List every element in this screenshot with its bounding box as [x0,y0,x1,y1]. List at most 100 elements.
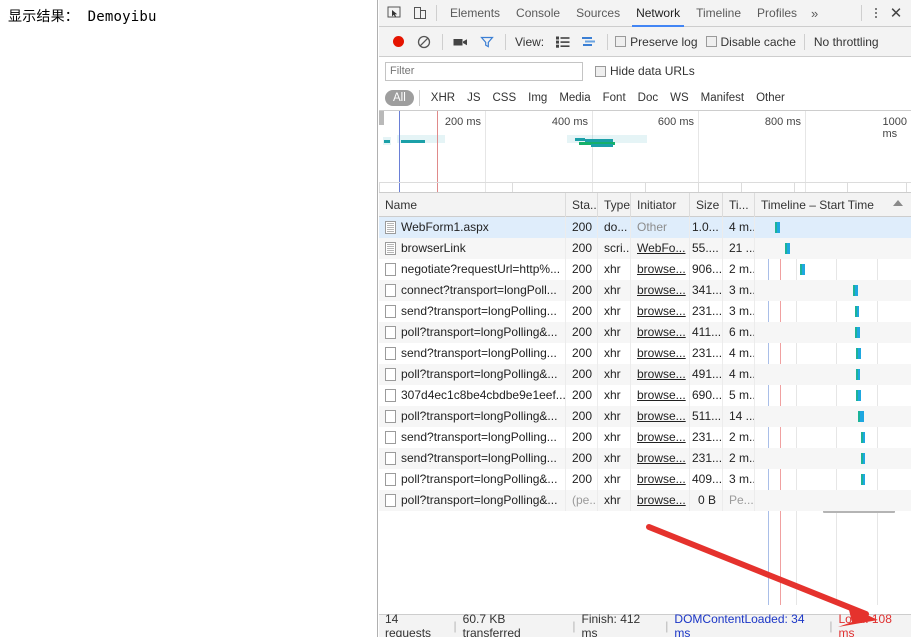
type-filter-css[interactable]: CSS [486,91,522,105]
cell-name[interactable]: poll?transport=longPolling&... [379,406,566,427]
clear-icon[interactable] [411,31,437,53]
cell-initiator[interactable]: browse... [631,427,690,448]
cell-name[interactable]: poll?transport=longPolling&... [379,469,566,490]
inspect-element-icon[interactable] [383,3,405,23]
initiator-link[interactable]: browse... [637,451,686,465]
column-header-time[interactable]: Ti... [723,192,755,217]
cell-initiator[interactable]: browse... [631,343,690,364]
cell-initiator[interactable]: WebFo... [631,238,690,259]
cell-name[interactable]: send?transport=longPolling... [379,427,566,448]
column-header-size[interactable]: Size [690,192,723,217]
type-filter-font[interactable]: Font [597,91,632,105]
filter-input[interactable] [385,61,583,81]
hide-data-urls-checkbox[interactable]: Hide data URLs [595,64,695,78]
cell-initiator[interactable]: browse... [631,322,690,343]
list-view-icon[interactable] [550,31,576,53]
column-header-initiator[interactable]: Initiator [631,192,690,217]
table-row[interactable]: browserLink 200 scri... WebFo... 55.... 21 ..… [379,238,911,259]
cell-initiator[interactable]: browse... [631,280,690,301]
initiator-link[interactable]: browse... [637,472,686,486]
table-row[interactable]: poll?transport=longPolling&... (pe... xhr b… [379,490,911,511]
cell-name[interactable]: send?transport=longPolling... [379,448,566,469]
capture-screenshots-icon[interactable] [448,31,474,53]
table-row[interactable]: send?transport=longPolling... 200 xhr brows… [379,427,911,448]
type-filter-manifest[interactable]: Manifest [695,91,750,105]
type-filter-all[interactable]: All [385,89,414,106]
initiator-link[interactable]: WebFo... [637,241,685,255]
cell-name[interactable]: poll?transport=longPolling&... [379,322,566,343]
close-icon[interactable]: ✕ [885,3,907,23]
type-filter-doc[interactable]: Doc [632,91,664,105]
column-header-status[interactable]: Sta... [566,192,598,217]
cell-name[interactable]: send?transport=longPolling... [379,343,566,364]
cell-initiator[interactable]: browse... [631,301,690,322]
cell-initiator[interactable]: browse... [631,406,690,427]
initiator-link[interactable]: browse... [637,262,686,276]
table-row[interactable]: connect?transport=longPoll... 200 xhr brows… [379,280,911,301]
tab-profiles[interactable]: Profiles [749,0,805,27]
table-row[interactable]: send?transport=longPolling... 200 xhr brows… [379,343,911,364]
initiator-link[interactable]: browse... [637,409,686,423]
preserve-log-box[interactable] [615,36,627,47]
throttling-select[interactable]: No throttling [814,35,879,49]
overview-grabber[interactable] [379,111,384,125]
cell-name[interactable]: browserLink [379,238,566,259]
type-filter-xhr[interactable]: XHR [425,91,461,105]
cell-initiator[interactable]: browse... [631,469,690,490]
tab-console[interactable]: Console [508,0,568,27]
hide-data-urls-box[interactable] [595,65,606,77]
cell-name[interactable]: connect?transport=longPoll... [379,280,566,301]
more-tabs-icon[interactable]: » [805,0,824,27]
table-row[interactable]: WebForm1.aspx 200do... Other 1.0...4 m... [379,217,911,238]
table-row[interactable]: send?transport=longPolling... 200 xhr brows… [379,301,911,322]
cell-initiator[interactable]: browse... [631,259,690,280]
table-row[interactable]: 307d4ec1c8be4cbdbe9e1eef... 200 xhr browse.… [379,385,911,406]
column-header-name[interactable]: Name [379,192,566,217]
record-button[interactable] [385,31,411,53]
device-toolbar-icon[interactable] [409,3,431,23]
preserve-log-checkbox[interactable]: Preserve log [615,35,698,49]
type-filter-other[interactable]: Other [750,91,791,105]
table-row[interactable]: poll?transport=longPolling&... 200 xhr brow… [379,322,911,343]
network-overview-timeline[interactable]: 200 ms 400 ms 600 ms 800 ms 1000 ms [379,111,911,193]
initiator-link[interactable]: browse... [637,388,686,402]
cell-name[interactable]: poll?transport=longPolling&... [379,490,566,511]
cell-initiator[interactable]: browse... [631,448,690,469]
type-filter-ws[interactable]: WS [664,91,695,105]
initiator-link[interactable]: browse... [637,325,686,339]
requests-table-body[interactable]: WebForm1.aspx200do...Other1.0...4 m...br… [379,217,911,605]
type-filter-js[interactable]: JS [461,91,486,105]
cell-name[interactable]: poll?transport=longPolling&... [379,364,566,385]
waterfall-view-icon[interactable] [576,31,602,53]
cell-initiator[interactable]: browse... [631,385,690,406]
table-row[interactable]: poll?transport=longPolling&... 200 xhr brow… [379,469,911,490]
column-header-timeline[interactable]: Timeline – Start Time [755,193,911,217]
initiator-link[interactable]: browse... [637,493,686,507]
type-filter-media[interactable]: Media [553,91,596,105]
initiator-link[interactable]: browse... [637,430,686,444]
disable-cache-checkbox[interactable]: Disable cache [705,35,796,49]
cell-initiator[interactable]: browse... [631,490,690,511]
tab-network[interactable]: Network [628,0,688,27]
initiator-link[interactable]: browse... [637,346,686,360]
tab-sources[interactable]: Sources [568,0,628,27]
tab-elements[interactable]: Elements [442,0,508,27]
cell-name[interactable]: 307d4ec1c8be4cbdbe9e1eef... [379,385,566,406]
disable-cache-box[interactable] [705,36,717,47]
cell-name[interactable]: negotiate?requestUrl=http%... [379,259,566,280]
initiator-link[interactable]: browse... [637,367,686,381]
cell-initiator[interactable]: browse... [631,364,690,385]
table-row[interactable]: negotiate?requestUrl=http%... 200 xhr brows… [379,259,911,280]
column-header-type[interactable]: Type [598,192,631,217]
tab-timeline[interactable]: Timeline [688,0,749,27]
table-row[interactable]: poll?transport=longPolling&... 200 xhr brow… [379,406,911,427]
table-row[interactable]: send?transport=longPolling... 200 xhr brows… [379,448,911,469]
initiator-link[interactable]: browse... [637,283,686,297]
kebab-menu-icon[interactable] [867,3,885,23]
table-row[interactable]: poll?transport=longPolling&... 200 xhr brow… [379,364,911,385]
cell-name[interactable]: WebForm1.aspx [379,217,566,238]
filter-funnel-icon[interactable] [474,31,500,53]
cell-name[interactable]: send?transport=longPolling... [379,301,566,322]
type-filter-img[interactable]: Img [522,91,553,105]
initiator-link[interactable]: browse... [637,304,686,318]
